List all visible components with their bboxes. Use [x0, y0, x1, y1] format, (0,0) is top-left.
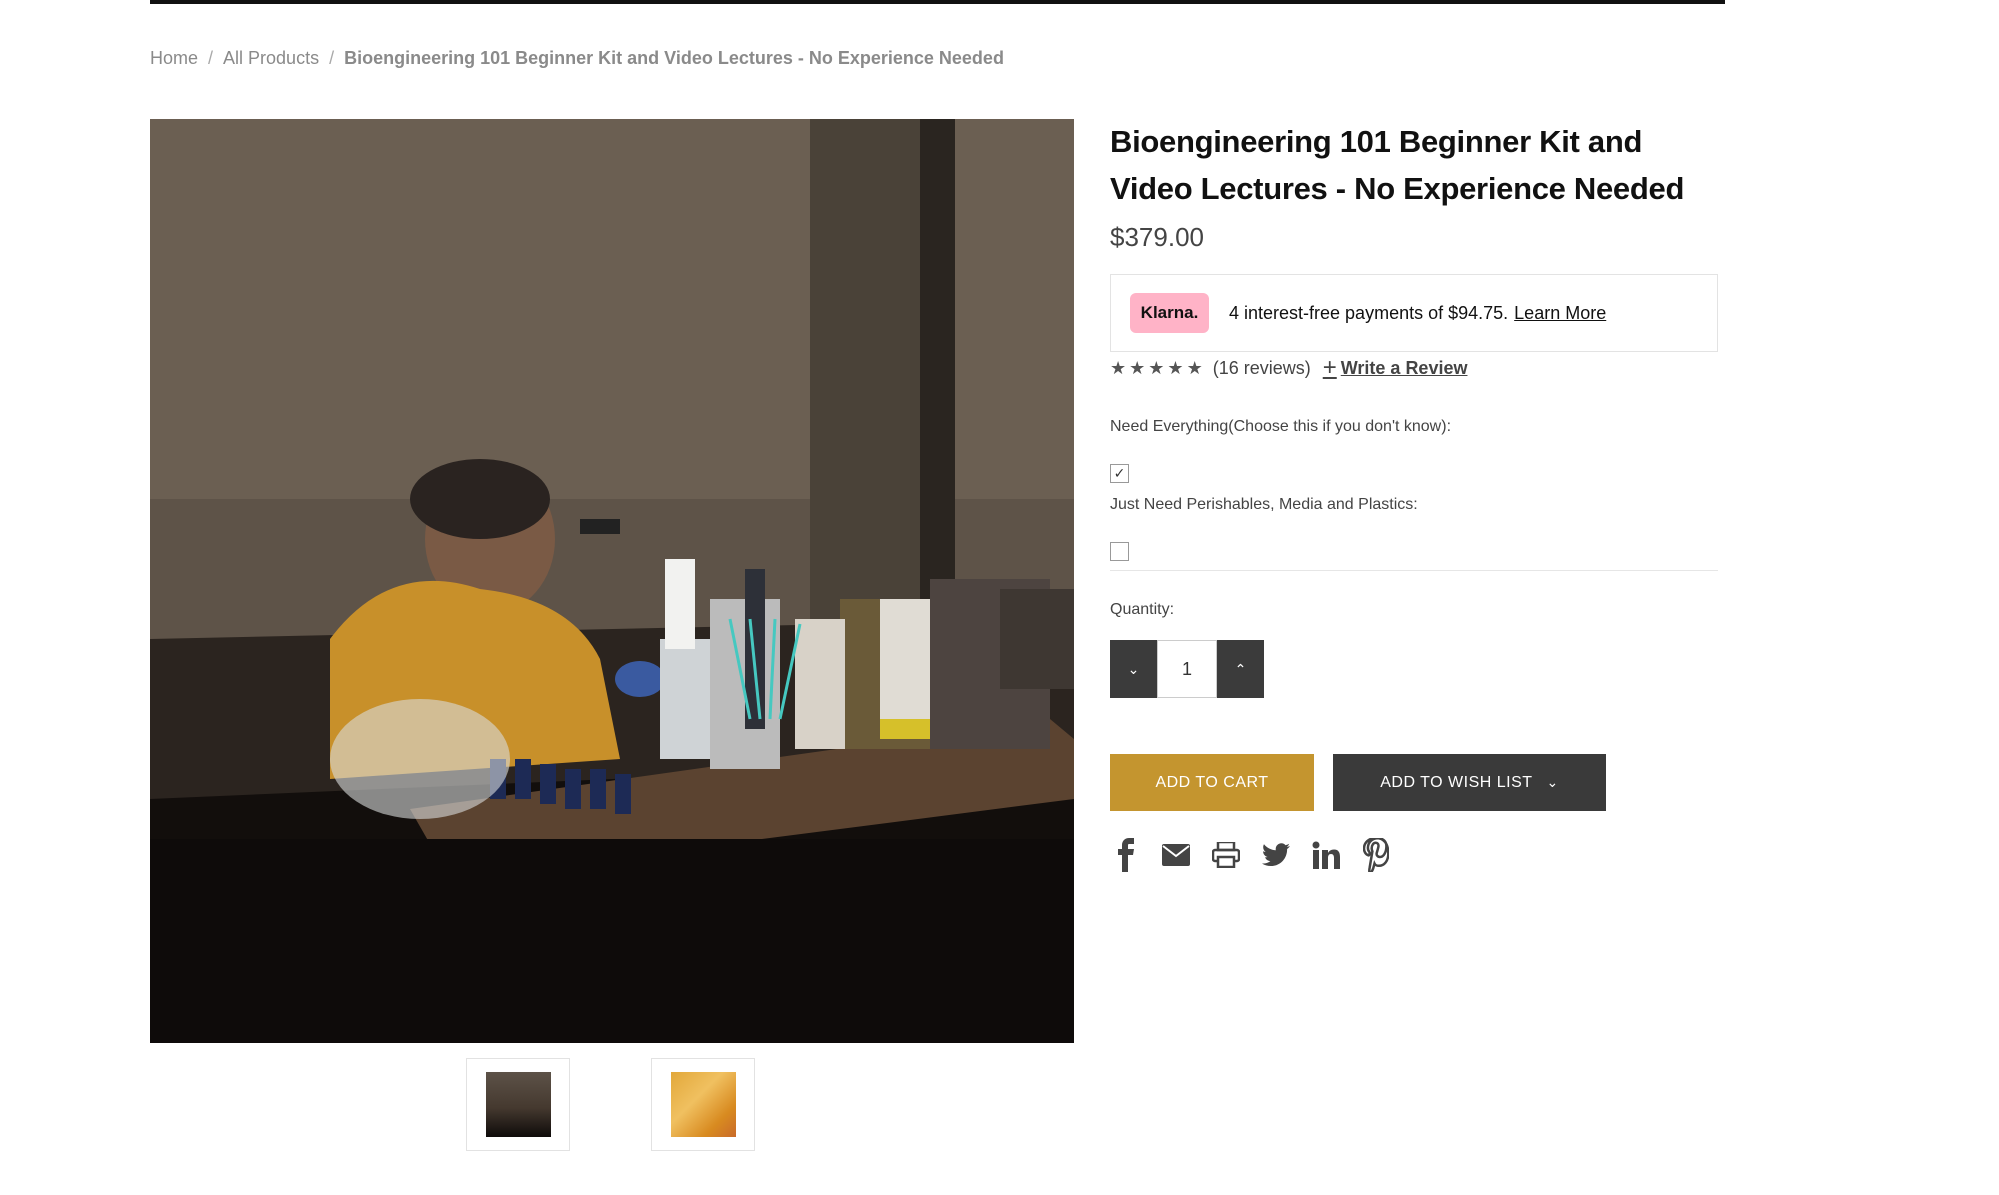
product-rating: ★ ★ ★ ★ ★ (16 reviews) + Write a Review	[1110, 354, 1467, 382]
klarna-message: 4 interest-free payments of $94.75. Learn…	[1229, 303, 1606, 324]
chevron-up-icon: ⌃	[1234, 660, 1247, 677]
email-icon[interactable]	[1162, 838, 1190, 872]
option-perishables-checkbox[interactable]	[1110, 542, 1129, 561]
star-icon: ★	[1167, 357, 1184, 378]
option-need-everything-label: Need Everything(Choose this if you don't…	[1110, 418, 1452, 435]
breadcrumb-home[interactable]: Home	[150, 48, 198, 68]
add-to-wish-list-button[interactable]: ADD TO WISH LIST ⌄	[1333, 754, 1606, 811]
quantity-input[interactable]	[1157, 640, 1217, 698]
top-border	[150, 0, 1725, 4]
options-divider	[1110, 570, 1718, 571]
quantity-increase-button[interactable]: ⌃	[1217, 640, 1264, 698]
checkmark-icon: ✓	[1113, 465, 1126, 481]
klarna-banner: Klarna. 4 interest-free payments of $94.…	[1110, 274, 1718, 352]
lab-scene-photo	[150, 119, 1074, 1043]
social-share-icons	[1112, 838, 1390, 872]
breadcrumb-separator: /	[329, 48, 335, 68]
star-icon: ★	[1148, 357, 1165, 378]
klarna-learn-more-link[interactable]: Learn More	[1514, 303, 1606, 323]
quantity-label: Quantity:	[1110, 601, 1175, 618]
thumbnail-1[interactable]	[466, 1058, 570, 1151]
review-count[interactable]: (16 reviews)	[1213, 358, 1311, 379]
thumbnail-2-image	[670, 1072, 736, 1137]
add-to-wish-list-label: ADD TO WISH LIST	[1380, 773, 1533, 791]
print-icon[interactable]	[1212, 838, 1240, 872]
quantity-stepper: ⌄ ⌃	[1110, 640, 1264, 698]
thumbnail-2[interactable]	[651, 1058, 755, 1151]
klarna-logo: Klarna.	[1130, 293, 1209, 333]
klarna-text: 4 interest-free payments of $94.75.	[1229, 302, 1509, 323]
facebook-icon[interactable]	[1112, 838, 1140, 872]
star-icon: ★	[1129, 357, 1146, 378]
chevron-down-icon: ⌄	[1127, 660, 1140, 677]
star-icon: ★	[1110, 357, 1127, 378]
product-main-image[interactable]	[150, 119, 1074, 1043]
quantity-decrease-button[interactable]: ⌄	[1110, 640, 1157, 698]
breadcrumb-separator: /	[208, 48, 214, 68]
twitter-icon[interactable]	[1262, 838, 1290, 872]
breadcrumb-all-products[interactable]: All Products	[223, 48, 319, 68]
write-review-label: Write a Review	[1340, 357, 1468, 378]
product-title: Bioengineering 101 Beginner Kit and Vide…	[1110, 124, 1685, 206]
pinterest-icon[interactable]	[1362, 838, 1390, 872]
chevron-down-icon: ⌄	[1546, 774, 1559, 790]
star-rating: ★ ★ ★ ★ ★	[1110, 358, 1203, 379]
option-perishables-label: Just Need Perishables, Media and Plastic…	[1110, 496, 1418, 513]
write-review-link[interactable]: + Write a Review	[1323, 354, 1468, 382]
plus-icon: +	[1322, 354, 1337, 381]
thumbnail-1-image	[485, 1072, 551, 1137]
linkedin-icon[interactable]	[1312, 838, 1340, 872]
product-price: $379.00	[1110, 222, 1204, 252]
add-to-cart-button[interactable]: ADD TO CART	[1110, 754, 1314, 811]
breadcrumb-current: Bioengineering 101 Beginner Kit and Vide…	[344, 48, 1004, 68]
star-icon: ★	[1186, 357, 1203, 378]
option-need-everything-checkbox[interactable]: ✓	[1110, 464, 1129, 483]
breadcrumb: Home / All Products / Bioengineering 101 Beg…	[150, 48, 1004, 69]
